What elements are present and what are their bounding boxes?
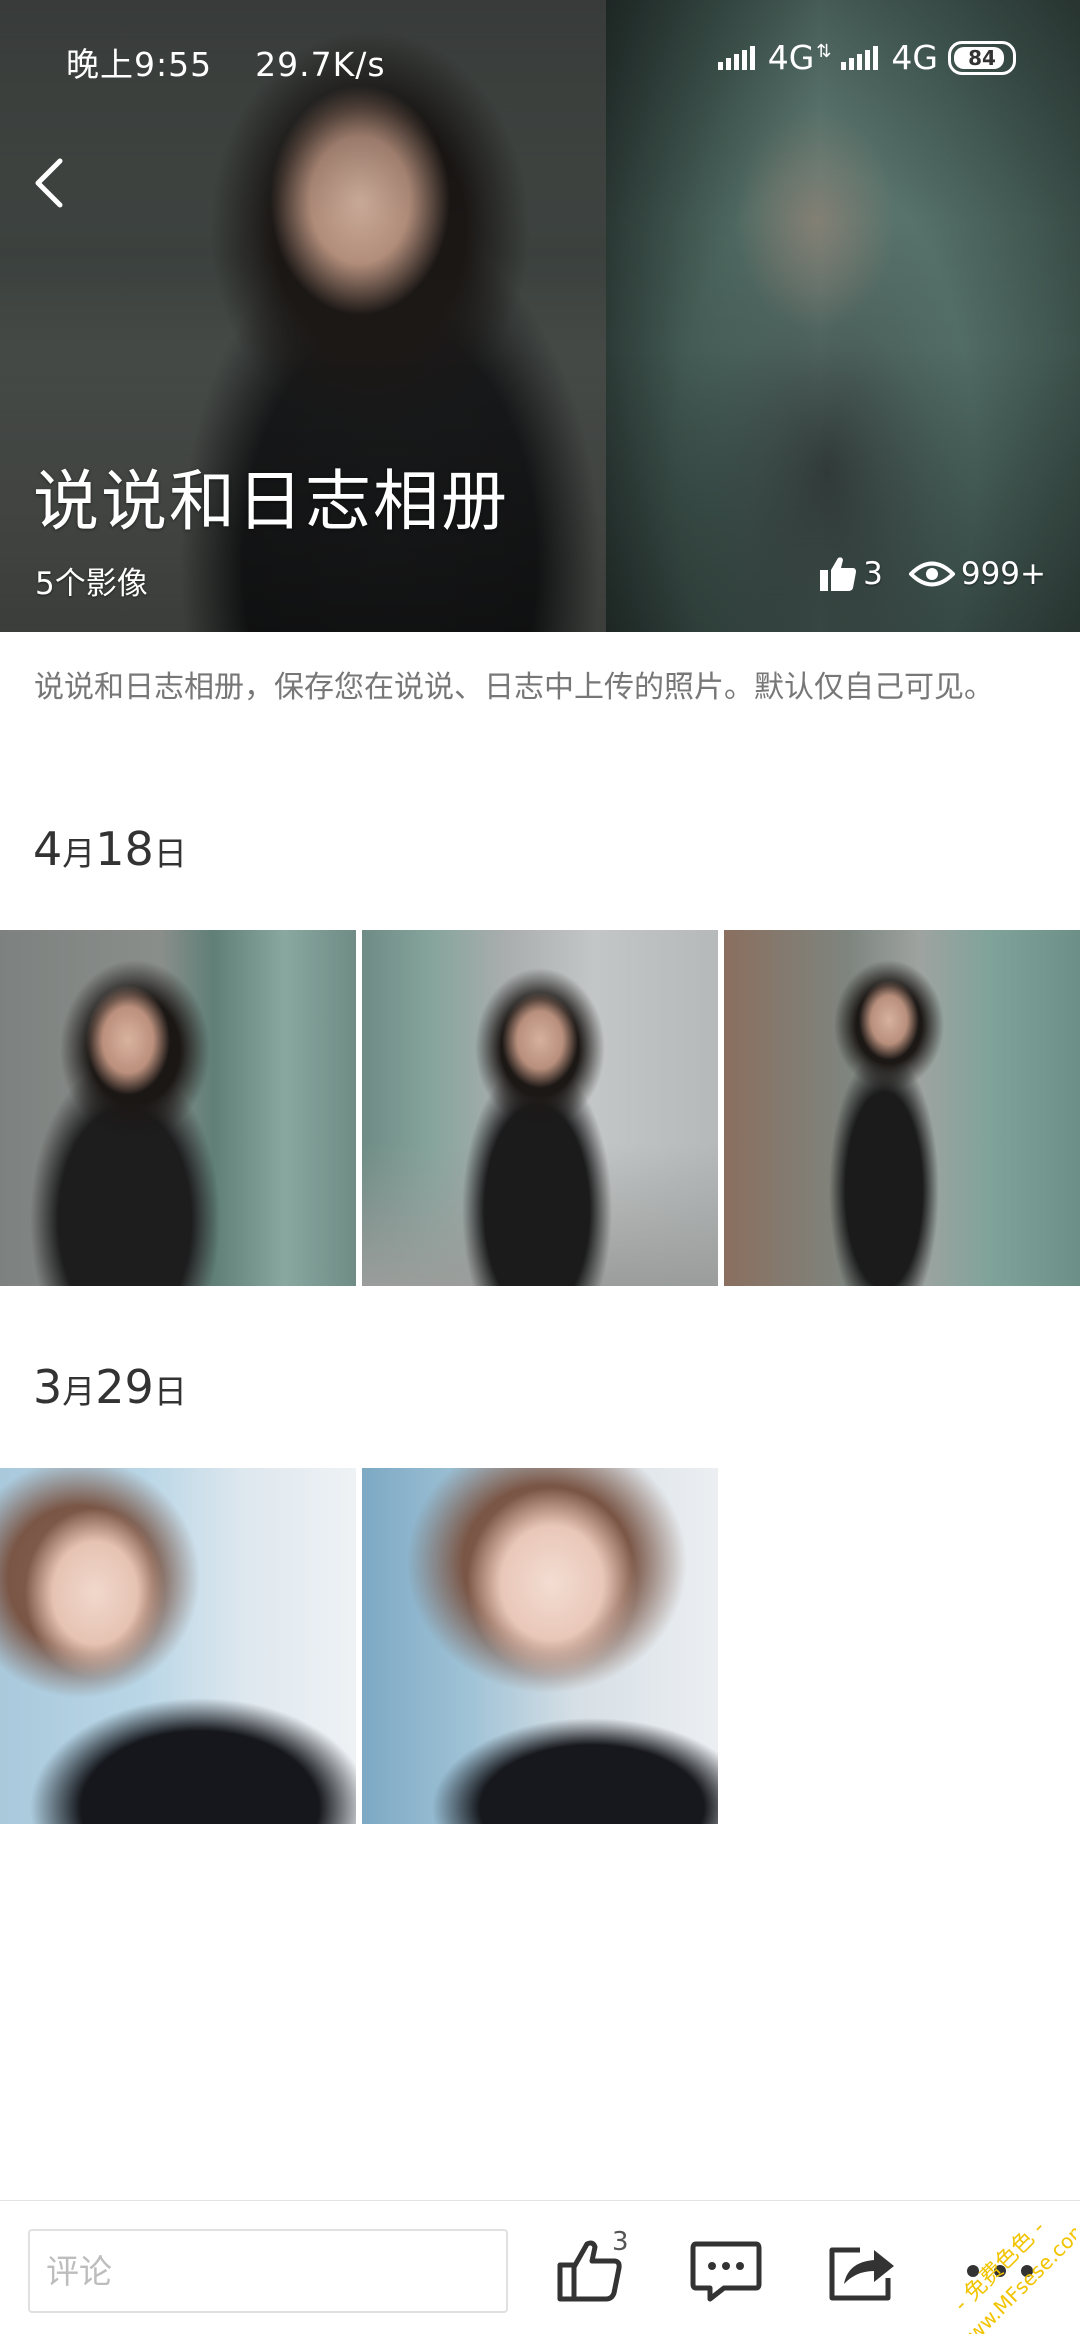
bottom-action-bar: 3	[0, 2200, 1080, 2340]
battery-icon: 84	[948, 40, 1016, 75]
share-button[interactable]	[820, 2229, 904, 2313]
photo-grid	[0, 930, 1080, 1286]
date-day: 18	[95, 822, 154, 876]
date-month: 3	[33, 1360, 63, 1414]
like-count: 3	[612, 2227, 629, 2257]
photo-thumbnail[interactable]	[724, 930, 1080, 1286]
comment-button[interactable]	[684, 2229, 768, 2313]
photo-grid	[0, 1468, 1080, 1824]
status-bar: 晚上9:55 29.7K/s 4G ⇅ 4G 84	[0, 0, 1080, 120]
comment-icon	[690, 2241, 762, 2302]
photo-thumbnail[interactable]	[362, 930, 718, 1286]
network-speed: 29.7K/s	[255, 45, 386, 84]
comment-input[interactable]	[28, 2229, 508, 2313]
signal-icon	[717, 44, 758, 72]
album-stats: 3 999+	[819, 556, 1046, 592]
album-page: 晚上9:55 29.7K/s 4G ⇅ 4G 84 说说和日志相册 5个影像 3…	[0, 0, 1080, 2340]
eye-icon	[908, 561, 955, 587]
album-description: 说说和日志相册，保存您在说说、日志中上传的照片。默认仅自己可见。	[34, 670, 994, 705]
signal-icon	[841, 44, 881, 72]
share-icon	[829, 2247, 894, 2301]
status-time: 晚上9:55	[66, 45, 213, 84]
network-type-2: 4G	[891, 38, 938, 77]
more-icon	[967, 2265, 1033, 2277]
photo-thumbnail[interactable]	[0, 1468, 356, 1824]
more-button[interactable]	[958, 2229, 1042, 2313]
back-arrow-icon	[35, 158, 63, 208]
album-views: 999+	[908, 556, 1046, 592]
back-button[interactable]	[14, 148, 84, 218]
photo-thumbnail[interactable]	[0, 930, 356, 1286]
battery-level: 84	[968, 45, 996, 70]
date-heading: 3月29日	[33, 1360, 187, 1414]
photo-thumbnail[interactable]	[362, 1468, 718, 1824]
album-cover: 晚上9:55 29.7K/s 4G ⇅ 4G 84 说说和日志相册 5个影像 3…	[0, 0, 1080, 632]
album-photo-count: 5个影像	[35, 566, 148, 602]
album-likes[interactable]: 3	[819, 556, 883, 592]
album-like-count: 3	[863, 556, 883, 592]
date-month: 4	[33, 822, 63, 876]
date-day: 29	[95, 1360, 154, 1414]
album-view-count: 999+	[960, 556, 1046, 592]
data-arrows-icon: ⇅	[816, 41, 832, 62]
network-type-1: 4G	[767, 38, 815, 77]
thumb-up-icon	[820, 557, 857, 591]
album-title: 说说和日志相册	[33, 463, 509, 540]
date-heading: 4月18日	[33, 822, 187, 876]
